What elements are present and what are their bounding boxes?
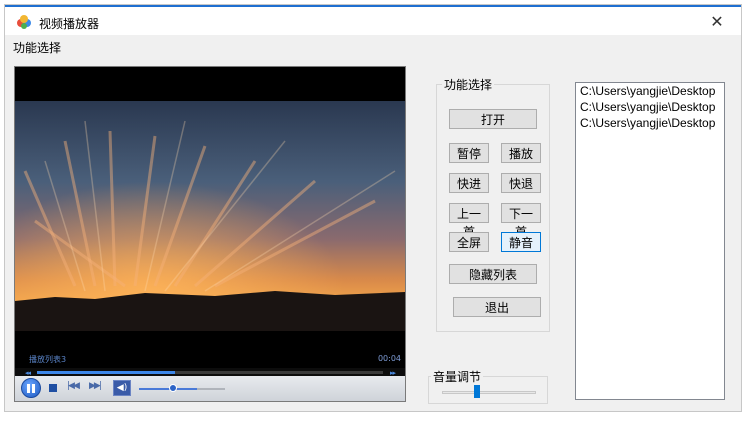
player-controls: |◀◀ ▶▶| ◀) [15,376,405,401]
menu-item-function-select[interactable]: 功能选择 [13,39,61,56]
exit-button[interactable]: 退出 [453,297,541,317]
open-button[interactable]: 打开 [449,109,537,129]
player-volume-knob[interactable] [169,384,178,392]
playlist-item[interactable]: C:\Users\yangjie\Desktop [576,115,724,131]
playlist-item[interactable]: C:\Users\yangjie\Desktop [576,99,724,115]
current-track-label: 播放列表3 [29,355,67,364]
seek-bar[interactable] [37,371,383,374]
media-player[interactable]: 播放列表3 00:04 ◂◂ ▸▸ |◀◀ ▶▶| ◀) [14,66,406,402]
status-row: 播放列表3 00:04 [15,352,405,368]
playlist-item[interactable]: C:\Users\yangjie\Desktop [576,83,724,99]
play-button[interactable]: 播放 [501,143,541,163]
volume-label: 音量调节 [431,368,484,385]
close-icon[interactable]: ✕ [697,7,737,37]
mute-button[interactable]: 静音 [501,232,541,252]
seek-bar-fill [37,371,176,374]
playlist-listbox[interactable]: C:\Users\yangjie\Desktop C:\Users\yangjie… [575,82,725,400]
fast-forward-button[interactable]: 快进 [449,173,489,193]
speaker-icon[interactable]: ◀) [113,380,131,396]
rewind-button[interactable]: 快退 [501,173,541,193]
seek-row: ◂◂ ▸▸ [15,368,405,377]
next-track-icon[interactable]: ▶▶| [89,381,102,391]
pause-icon[interactable] [21,378,41,398]
window-title: 视频播放器 [39,17,100,31]
pause-button[interactable]: 暂停 [449,143,489,163]
app-icon [17,15,31,29]
volume-slider-track[interactable] [442,391,536,394]
player-volume-track-rest [197,388,225,390]
stop-icon[interactable] [49,384,57,392]
previous-button[interactable]: 上一首 [449,203,489,239]
video-frame[interactable] [15,101,405,331]
title-bar[interactable]: 视频播放器 ✕ [5,5,741,37]
previous-track-icon[interactable]: |◀◀ [67,381,80,391]
volume-slider-thumb[interactable] [474,385,481,398]
hide-list-button[interactable]: 隐藏列表 [449,264,537,284]
function-groupbox-legend: 功能选择 [442,76,495,93]
elapsed-time: 00:04 [377,354,401,363]
sunset-video-image [15,101,405,331]
fullscreen-button[interactable]: 全屏 [449,232,489,252]
player-volume-track[interactable] [139,388,197,390]
menu-bar: 功能选择 [5,35,741,59]
next-button[interactable]: 下一首 [501,203,541,239]
